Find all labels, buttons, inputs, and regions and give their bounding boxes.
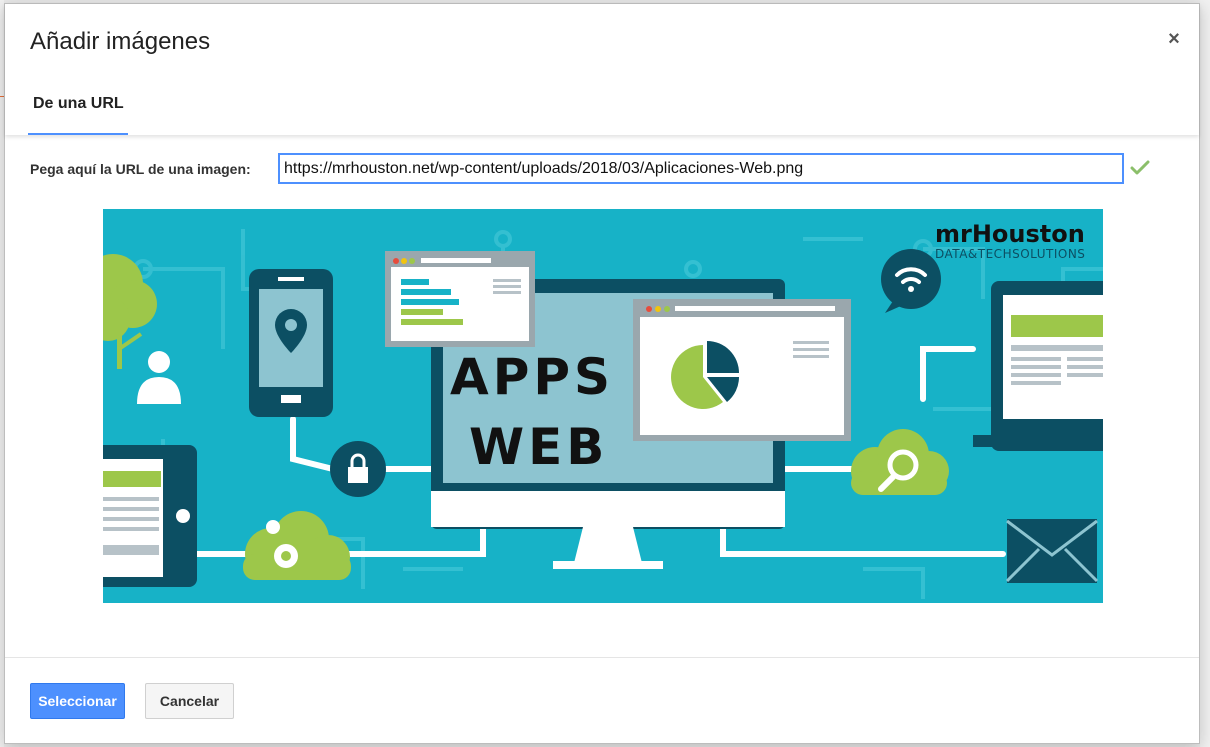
- url-input[interactable]: [278, 153, 1124, 184]
- add-images-dialog: Añadir imágenes × De una URL Pega aquí l…: [4, 3, 1200, 744]
- dialog-footer-divider: [5, 657, 1199, 658]
- dialog-title: Añadir imágenes: [30, 28, 211, 55]
- tab-active-indicator: [28, 133, 128, 135]
- url-label: Pega aquí la URL de una imagen:: [30, 161, 251, 177]
- url-row: Pega aquí la URL de una imagen:: [30, 153, 1180, 185]
- cancel-button[interactable]: Cancelar: [145, 683, 234, 719]
- close-button[interactable]: ×: [1163, 28, 1185, 50]
- image-preview: APPS WEB mrHouston DATA&TECHSOLUTIONS: [103, 209, 1103, 603]
- preview-headline-line1: APPS: [450, 348, 614, 406]
- checkmark-icon: [1130, 158, 1150, 178]
- dialog-header: Añadir imágenes × De una URL: [5, 4, 1199, 135]
- background-page-right: [1200, 0, 1210, 747]
- preview-headline-line2: WEB: [469, 418, 608, 476]
- select-button[interactable]: Seleccionar: [30, 683, 125, 719]
- tab-from-url[interactable]: De una URL: [28, 86, 128, 135]
- preview-illustration: APPS WEB mrHouston DATA&TECHSOLUTIONS: [103, 220, 1103, 599]
- tab-label: De una URL: [33, 95, 124, 112]
- brand-logo: mrHouston: [935, 220, 1085, 248]
- brand-tagline: DATA&TECHSOLUTIONS: [935, 247, 1085, 261]
